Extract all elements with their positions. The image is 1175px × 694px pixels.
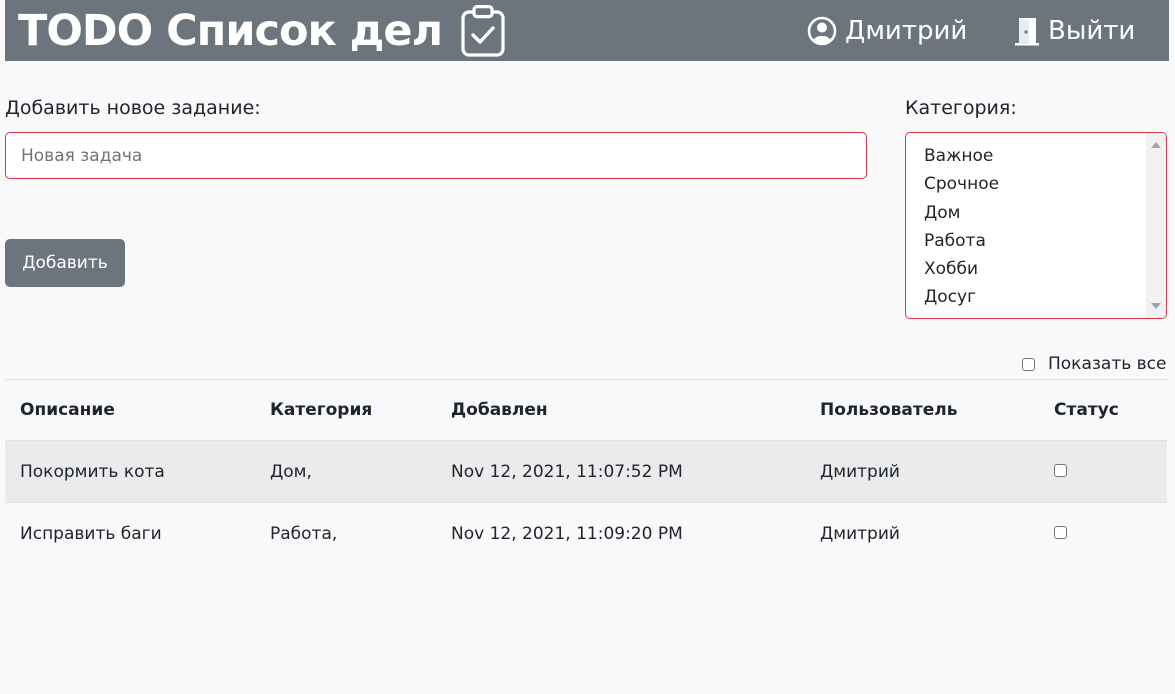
task-user: Дмитрий xyxy=(820,523,900,544)
show-all-checkbox[interactable] xyxy=(1022,357,1035,371)
user-name: Дмитрий xyxy=(845,16,968,46)
category-label: Категория: xyxy=(905,97,1017,119)
column-header-category: Категория xyxy=(270,400,373,420)
clipboard-check-icon xyxy=(460,5,506,57)
task-description: Исправить баги xyxy=(20,523,162,544)
show-all-filter: Показать все xyxy=(1022,353,1166,375)
task-status xyxy=(1054,441,1067,502)
new-task-input[interactable] xyxy=(5,132,867,179)
task-added: Nov 12, 2021, 11:09:20 PM xyxy=(451,523,683,544)
brand-link[interactable]: TODO Список дел xyxy=(18,3,506,59)
task-added: Nov 12, 2021, 11:07:52 PM xyxy=(451,461,683,482)
scroll-up-arrow-icon[interactable] xyxy=(1151,142,1161,148)
category-option[interactable]: Срочное xyxy=(924,170,1166,198)
logout-label: Выйти xyxy=(1048,16,1136,46)
table-row: Покормить кота Дом, Nov 12, 2021, 11:07:… xyxy=(5,441,1167,502)
person-circle-icon xyxy=(807,16,837,46)
app-title: TODO Список дел xyxy=(18,6,443,56)
task-done-checkbox[interactable] xyxy=(1054,463,1067,477)
category-select[interactable]: Важное Срочное Дом Работа Хобби Досуг xyxy=(905,132,1167,319)
user-link[interactable]: Дмитрий xyxy=(807,14,967,48)
column-header-status: Статус xyxy=(1054,400,1119,420)
logout-link[interactable]: Выйти xyxy=(1014,14,1135,48)
task-description: Покормить кота xyxy=(20,461,165,482)
category-scrollbar[interactable] xyxy=(1146,133,1166,318)
category-option[interactable]: Работа xyxy=(924,227,1166,255)
category-option[interactable]: Важное xyxy=(924,142,1166,170)
category-option[interactable]: Хобби xyxy=(924,255,1166,283)
tasks-table: Описание Категория Добавлен Пользователь… xyxy=(5,379,1167,564)
navbar: TODO Список дел Дмитрий Выйти xyxy=(5,0,1169,61)
category-option[interactable]: Дом xyxy=(924,199,1166,227)
column-header-description: Описание xyxy=(20,400,115,420)
column-header-added: Добавлен xyxy=(451,400,548,420)
add-task-button[interactable]: Добавить xyxy=(5,239,125,287)
door-open-icon xyxy=(1014,16,1040,46)
task-category: Работа, xyxy=(270,523,338,544)
table-row: Исправить баги Работа, Nov 12, 2021, 11:… xyxy=(5,502,1167,564)
task-done-checkbox[interactable] xyxy=(1054,525,1067,539)
column-header-user: Пользователь xyxy=(820,400,958,420)
table-header-row: Описание Категория Добавлен Пользователь… xyxy=(5,379,1167,441)
task-status xyxy=(1054,503,1067,564)
task-label: Добавить новое задание: xyxy=(5,97,261,119)
scroll-down-arrow-icon[interactable] xyxy=(1151,303,1161,309)
task-user: Дмитрий xyxy=(820,461,900,482)
task-category: Дом, xyxy=(270,461,312,482)
category-option[interactable]: Досуг xyxy=(924,283,1166,311)
show-all-label: Показать все xyxy=(1048,354,1167,374)
